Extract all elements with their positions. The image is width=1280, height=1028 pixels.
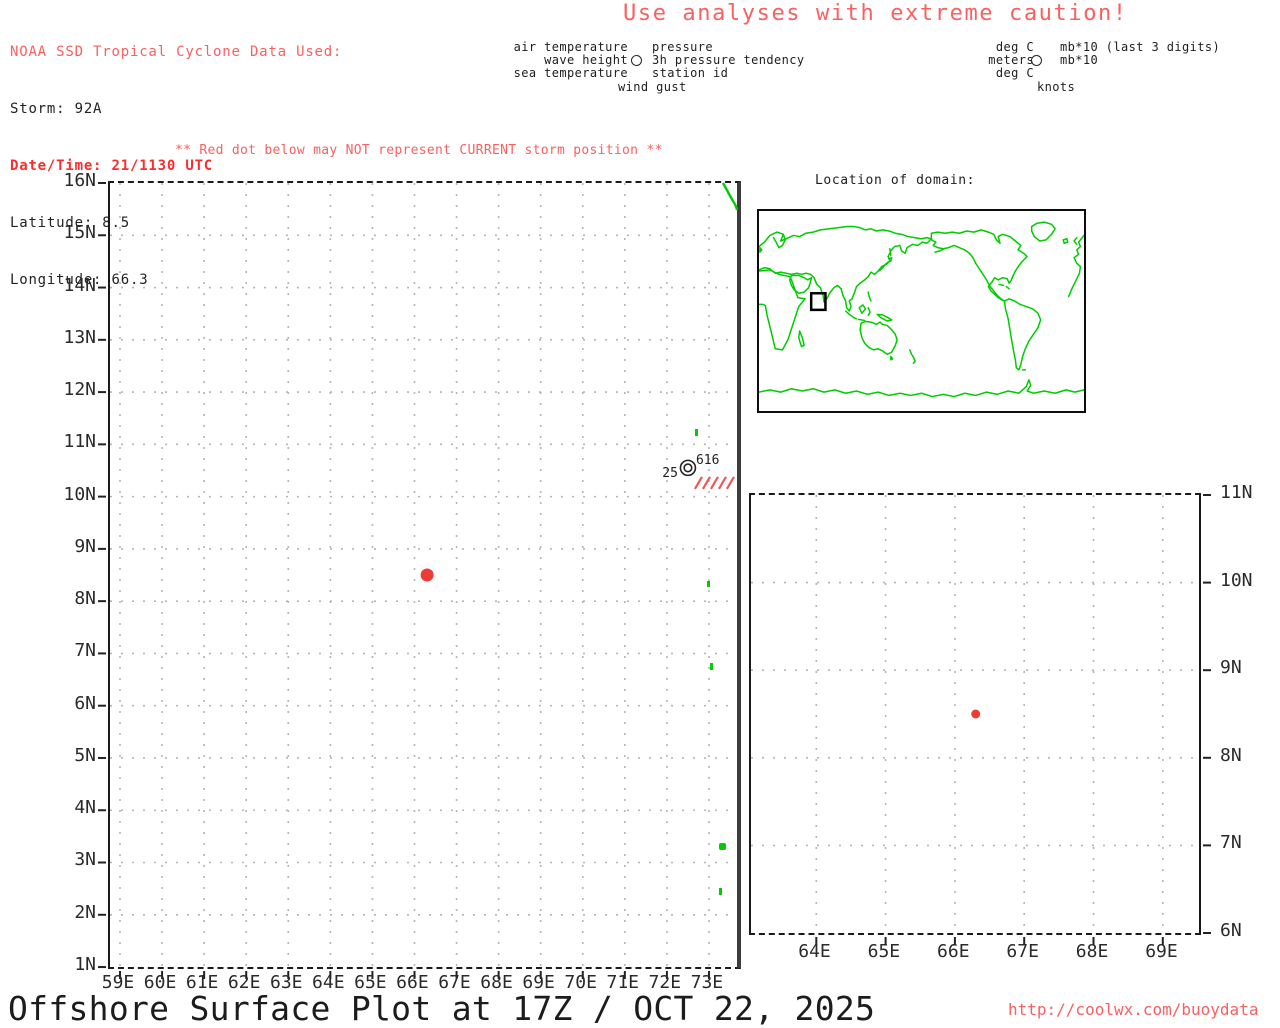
world-map <box>759 211 1084 411</box>
y-tick-label: 6N <box>1220 919 1242 941</box>
missing-data-hatch <box>717 476 727 490</box>
buoy-station-plot: 25 616 <box>662 453 735 490</box>
missing-data-hatch <box>693 476 703 490</box>
y-tick-label: 7N <box>1220 832 1242 854</box>
legend-air-temperature: air temperature <box>513 40 628 54</box>
main-map-plot: 25 616 <box>98 181 741 979</box>
unit-mb10: mb*10 <box>1060 53 1099 67</box>
station-pressure-value: 616 <box>696 453 719 468</box>
y-tick-label: 3N <box>74 849 96 871</box>
station-circle-icon <box>679 459 697 477</box>
x-tick-label: 67E <box>1006 941 1039 962</box>
station-circle-icon <box>1031 55 1042 66</box>
y-tick-label: 8N <box>74 588 96 610</box>
y-tick-label: 9N <box>74 535 96 557</box>
unit-knots: knots <box>1037 80 1076 94</box>
y-tick-label: 1N <box>74 953 96 975</box>
station-circle-icon <box>631 55 642 66</box>
island-marker <box>707 581 710 587</box>
island-marker <box>719 843 726 850</box>
missing-data-hatch <box>725 476 735 490</box>
main-plot-y-axis: 16N 15N 14N 13N 12N 11N 10N 9N 8N 7N 6N … <box>30 170 96 976</box>
domain-map-title: Location of domain: <box>815 173 976 188</box>
island-marker <box>695 429 698 436</box>
station-model-legend: air temperature wave height sea temperat… <box>500 40 804 97</box>
y-tick-label: 13N <box>63 326 96 348</box>
y-tick-label: 15N <box>63 222 96 244</box>
units-legend: deg C meters deg C mb*10 (last 3 digits)… <box>988 40 1250 97</box>
missing-data-hatch <box>701 476 711 490</box>
storm-position-note: ** Red dot below may NOT represent CURRE… <box>175 143 663 158</box>
storm-position-dot <box>420 568 434 582</box>
storm-position-dot <box>971 709 981 719</box>
legend-sea-temperature: sea temperature <box>513 66 628 80</box>
x-tick-label: 68E <box>1075 941 1109 962</box>
zoom-plot-x-axis: 64E 65E 66E 67E 68E 69E <box>780 941 1196 962</box>
legend-wind-gust: wind gust <box>618 80 687 94</box>
y-tick-label: 12N <box>63 379 96 401</box>
legend-wave-height: wave height <box>544 53 628 67</box>
zoom-plot-y-axis: 11N 10N 9N 8N 7N 6N <box>1220 482 1280 942</box>
y-tick-label: 6N <box>74 692 96 714</box>
storm-id: Storm: 92A <box>10 101 103 117</box>
y-tick-label: 7N <box>74 640 96 662</box>
legend-pressure-tendency: 3h pressure tendency <box>652 53 805 67</box>
world-coastlines <box>759 222 1084 396</box>
unit-mb10-last-digits: mb*10 (last 3 digits) <box>1060 40 1221 54</box>
plot-title: Offshore Surface Plot at 17Z / OCT 22, 2… <box>8 989 876 1028</box>
unit-meters: meters <box>988 53 1034 67</box>
main-plot-canvas: 25 616 <box>98 182 739 979</box>
y-tick-label: 14N <box>63 274 96 296</box>
island-marker <box>719 888 722 895</box>
x-tick-label: 65E <box>867 941 901 962</box>
storm-info-title: NOAA SSD Tropical Cyclone Data Used: <box>10 44 343 60</box>
y-tick-label: 10N <box>1220 569 1253 591</box>
domain-map <box>757 209 1086 413</box>
y-tick-label: 8N <box>1220 744 1242 766</box>
y-tick-label: 16N <box>63 170 96 191</box>
india-coastline <box>721 182 739 211</box>
source-url-link[interactable]: http://coolwx.com/buoydata <box>1008 1000 1258 1019</box>
station-left-value: 25 <box>662 466 678 481</box>
x-tick-label: 69E <box>1145 941 1178 962</box>
legend-station-id: station id <box>652 66 729 80</box>
y-tick-label: 4N <box>74 797 96 819</box>
y-tick-label: 10N <box>63 483 96 505</box>
island-marker <box>710 663 713 670</box>
caution-banner: Use analyses with extreme caution! <box>623 1 1128 26</box>
legend-pressure: pressure <box>652 40 713 54</box>
y-tick-label: 11N <box>63 431 96 453</box>
zoom-plot-canvas <box>751 494 1211 945</box>
missing-data-hatch <box>709 476 719 490</box>
y-tick-label: 9N <box>1220 657 1242 679</box>
x-tick-label: 64E <box>798 941 831 962</box>
y-tick-label: 2N <box>74 901 96 923</box>
station-circle-icon <box>683 463 693 473</box>
y-tick-label: 11N <box>1220 482 1253 503</box>
unit-deg-c-bottom: deg C <box>995 66 1034 80</box>
zoom-map-plot <box>749 493 1211 945</box>
unit-deg-c-top: deg C <box>995 40 1034 54</box>
x-tick-label: 66E <box>937 941 970 962</box>
y-tick-label: 5N <box>74 744 96 766</box>
